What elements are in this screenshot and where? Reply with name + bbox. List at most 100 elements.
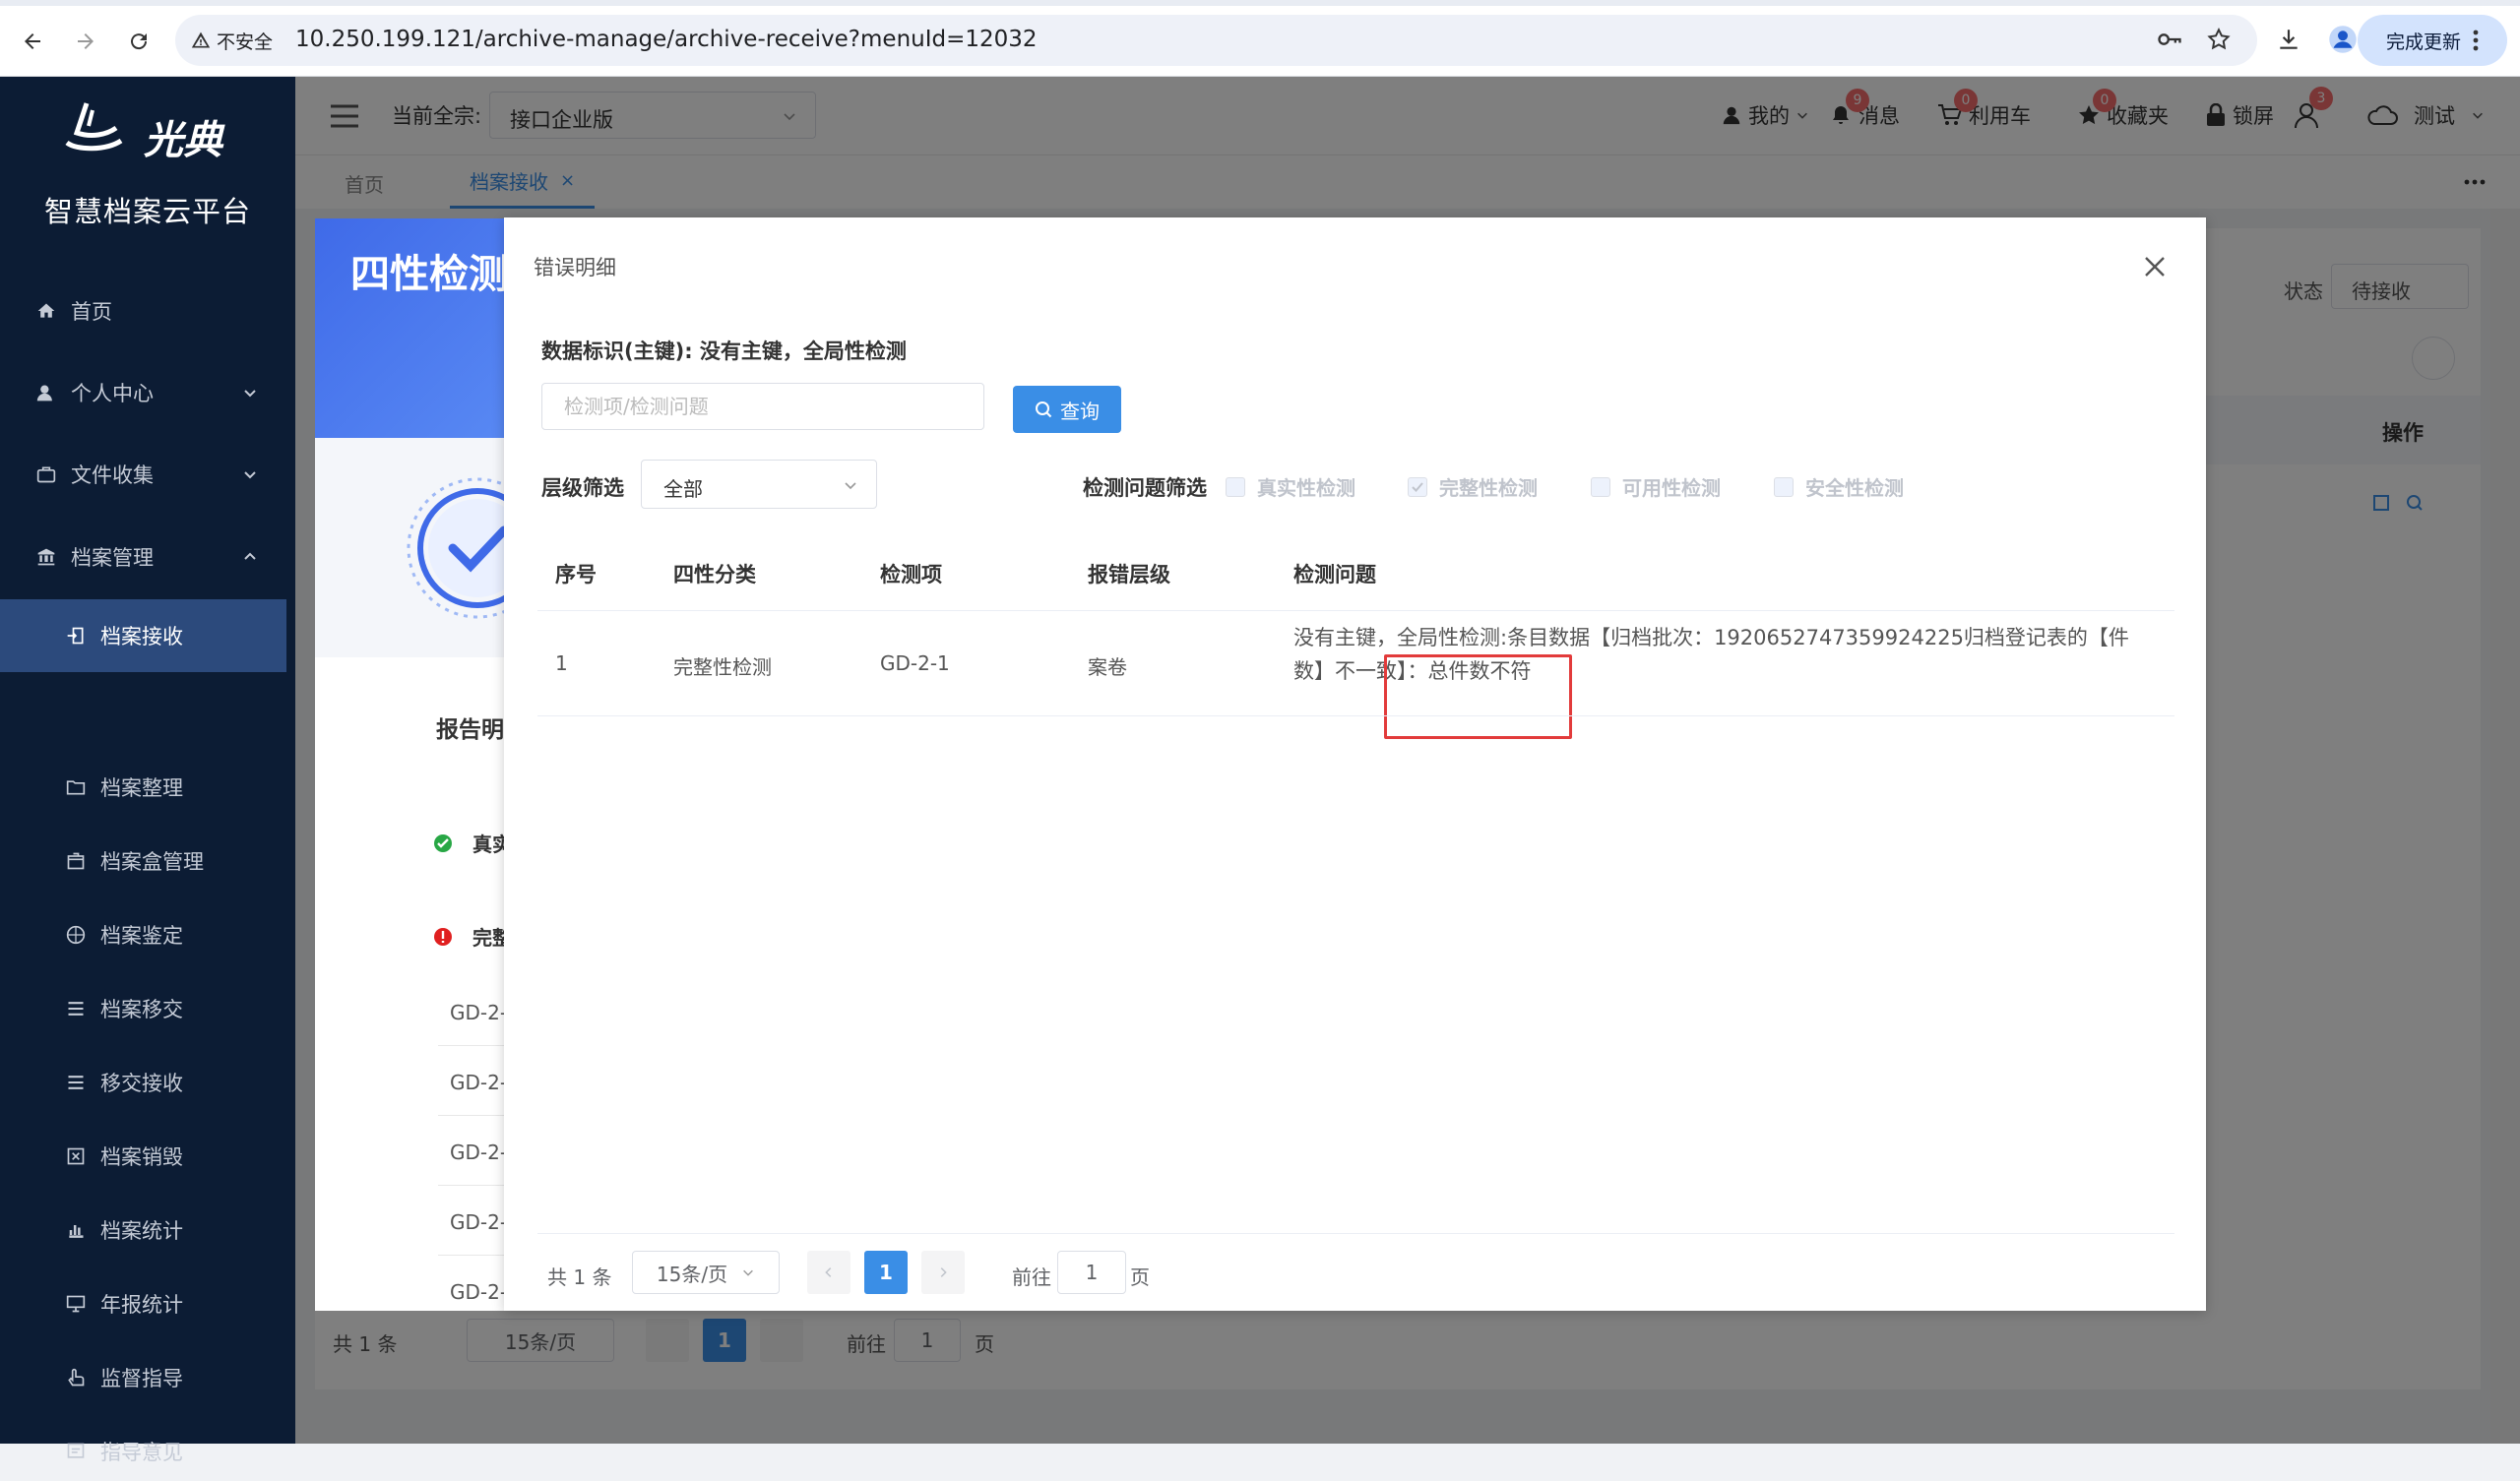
browser-tabstrip — [0, 0, 2520, 6]
download-icon[interactable] — [2271, 22, 2306, 57]
sidebar-item-archive-receive[interactable]: 档案接收 — [0, 599, 286, 672]
logo-mark-icon — [65, 102, 123, 152]
close-icon[interactable] — [2140, 252, 2170, 281]
page-unit-label: 页 — [1130, 1265, 1150, 1289]
sidebar-item-guidance[interactable]: 指导意见 — [0, 1422, 295, 1481]
goto-label: 前往 — [1012, 1265, 1051, 1289]
sidebar-item-label: 档案统计 — [100, 1219, 183, 1243]
sidebar-item-home[interactable]: 首页 — [0, 281, 295, 340]
insecure-indicator[interactable]: 不安全 — [191, 26, 273, 55]
sidebar-item-destroy[interactable]: 档案销毁 — [0, 1127, 295, 1186]
chevron-down-icon — [845, 482, 856, 490]
page-size-select[interactable]: 15条/页 — [632, 1251, 780, 1294]
sidebar-item-appraisal[interactable]: 档案鉴定 — [0, 905, 295, 964]
sidebar-item-label: 个人中心 — [71, 382, 154, 405]
sidebar-item-label: 年报统计 — [100, 1293, 183, 1317]
sidebar-item-box-management[interactable]: 档案盒管理 — [0, 832, 295, 891]
sidebar-item-label: 档案接收 — [100, 625, 183, 648]
logo: 光典 — [57, 98, 254, 163]
report-title: 四性检测 — [350, 252, 508, 297]
reload-icon[interactable] — [119, 22, 158, 61]
forward-icon[interactable] — [66, 22, 105, 61]
platform-name: 智慧档案云平台 — [43, 195, 251, 228]
annotation-highlight-box — [1384, 654, 1572, 739]
divider — [537, 610, 2174, 611]
bank-icon — [35, 546, 57, 568]
warning-icon — [191, 31, 211, 48]
sidebar-item-personal[interactable]: 个人中心 — [0, 363, 295, 422]
sidebar-item-label: 档案移交 — [100, 998, 183, 1021]
checkbox-usability[interactable]: 可用性检测 — [1591, 472, 1721, 501]
report-item: GD-2- — [450, 1071, 508, 1094]
import-icon — [65, 625, 87, 647]
goto-page-value: 1 — [1085, 1261, 1099, 1284]
sidebar-item-supervision[interactable]: 监督指导 — [0, 1348, 295, 1407]
hand-icon — [65, 1367, 87, 1388]
chevron-up-icon — [244, 552, 256, 560]
cell-item: GD-2-1 — [880, 651, 950, 675]
next-page-button[interactable] — [921, 1251, 965, 1294]
sidebar-item-label: 文件收集 — [71, 463, 154, 487]
chevron-down-icon — [244, 471, 256, 479]
password-key-icon[interactable] — [2152, 22, 2187, 57]
sidebar: 光典 智慧档案云平台 首页 个人中心 文件收集 档案管理 档案接收 档案整理 档… — [0, 77, 295, 1464]
query-label: 查询 — [1060, 399, 1100, 423]
chevron-left-icon — [825, 1267, 832, 1277]
back-icon[interactable] — [13, 22, 52, 61]
chevron-down-icon — [244, 390, 256, 398]
checkbox-integrity[interactable]: 完整性检测 — [1408, 472, 1538, 501]
column-header-no: 序号 — [555, 563, 597, 586]
insecure-label: 不安全 — [217, 31, 274, 53]
sidebar-item-archive-management[interactable]: 档案管理 — [0, 527, 295, 586]
report-section-title: 报告明 — [436, 717, 504, 743]
sidebar-item-label: 档案管理 — [71, 546, 154, 570]
comment-icon — [65, 1441, 87, 1462]
level-filter-select[interactable]: 全部 — [641, 460, 877, 509]
chevron-right-icon — [940, 1267, 947, 1277]
sidebar-item-annual-report[interactable]: 年报统计 — [0, 1274, 295, 1333]
url-text[interactable]: 10.250.199.121/archive-manage/archive-re… — [295, 27, 1038, 52]
prev-page-button[interactable] — [807, 1251, 850, 1294]
checkmark-icon — [1412, 481, 1423, 492]
sidebar-item-label: 移交接收 — [100, 1072, 183, 1095]
report-item: GD-2- — [450, 1001, 508, 1024]
column-header-item: 检测项 — [880, 563, 942, 586]
check-circle-icon — [434, 833, 452, 852]
sidebar-item-transfer[interactable]: 档案移交 — [0, 979, 295, 1038]
search-input[interactable] — [541, 383, 984, 430]
current-page-button[interactable]: 1 — [864, 1251, 908, 1294]
bookmark-star-icon[interactable] — [2201, 22, 2236, 57]
user-icon — [35, 382, 57, 403]
chevron-down-icon — [743, 1269, 753, 1276]
search-icon — [1036, 401, 1052, 418]
modal-title: 错误明细 — [534, 256, 616, 279]
checkbox-security[interactable]: 安全性检测 — [1774, 472, 1904, 501]
address-bar[interactable]: 不安全 10.250.199.121/archive-manage/archiv… — [175, 15, 2257, 66]
list-icon — [65, 998, 87, 1019]
update-button[interactable]: 完成更新 — [2358, 15, 2507, 66]
divider — [537, 715, 2174, 716]
update-label: 完成更新 — [2385, 31, 2461, 53]
bar-chart-icon — [65, 1219, 87, 1241]
data-identifier: 数据标识(主键): 没有主键，全局性检测 — [541, 339, 907, 363]
cell-category: 完整性检测 — [673, 655, 772, 679]
profile-avatar-icon[interactable] — [2325, 22, 2361, 57]
sidebar-item-archive-organize[interactable]: 档案整理 — [0, 758, 295, 817]
sidebar-item-label: 指导意见 — [100, 1441, 183, 1464]
report-row-complete: 完整 — [433, 922, 512, 951]
query-button[interactable]: 查询 — [1013, 386, 1121, 433]
divider — [537, 1233, 2174, 1234]
briefcase-icon — [35, 463, 57, 485]
logo-text: 光典 — [144, 118, 222, 163]
sidebar-item-collection[interactable]: 文件收集 — [0, 445, 295, 504]
checkbox-label: 安全性检测 — [1805, 476, 1904, 500]
report-row-authentic: 真实 — [433, 829, 512, 857]
error-detail-modal: 错误明细 数据标识(主键): 没有主键，全局性检测 查询 层级筛选 全部 检测问… — [504, 217, 2206, 1311]
checkbox-authenticity[interactable]: 真实性检测 — [1226, 472, 1355, 501]
sidebar-item-transfer-receive[interactable]: 移交接收 — [0, 1053, 295, 1112]
level-filter-value: 全部 — [663, 477, 703, 501]
checkbox-box — [1226, 476, 1245, 497]
sidebar-item-statistics[interactable]: 档案统计 — [0, 1201, 295, 1260]
goto-page-input[interactable]: 1 — [1057, 1251, 1126, 1294]
level-filter-label: 层级筛选 — [541, 476, 624, 500]
